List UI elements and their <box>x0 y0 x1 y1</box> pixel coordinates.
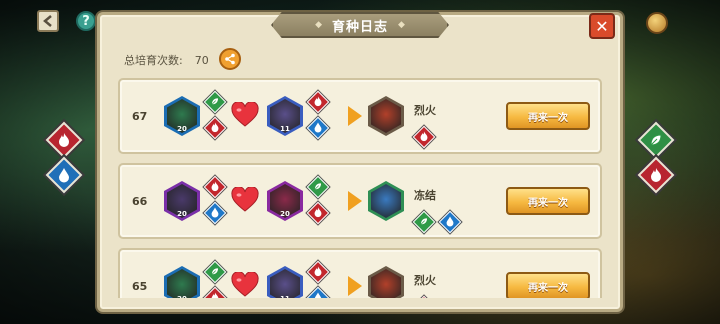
leaf-icon <box>420 217 428 226</box>
parent-dragon-1[interactable]: 20 <box>164 181 200 221</box>
water-element-gem <box>438 210 462 234</box>
breeding-log-list[interactable]: 672011烈火再来一次662020冻结再来一次652011烈火再来一次 <box>118 78 604 298</box>
water-element-gem <box>203 201 227 225</box>
leaf-icon <box>211 97 219 106</box>
page-title: 育种日志 <box>331 19 388 35</box>
fire-icon <box>211 181 219 192</box>
currency-icon[interactable] <box>646 12 668 34</box>
arrow-right-icon <box>348 276 362 296</box>
dragon-level: 20 <box>177 210 187 218</box>
parent-dragon-2[interactable]: 11 <box>267 96 303 136</box>
breeding-log-row: 66 20 20 冻结 再来一次 <box>118 163 602 239</box>
result-name: 冻结 <box>414 189 436 202</box>
share-button[interactable] <box>219 48 241 70</box>
dragon-portrait <box>371 184 401 218</box>
parent-dragon-1[interactable]: 20 <box>164 96 200 136</box>
close-button[interactable]: ✕ <box>589 13 615 39</box>
dragon-level: 20 <box>280 210 290 218</box>
fire-icon <box>211 122 219 133</box>
water-icon <box>59 168 69 183</box>
fire-element-gem <box>412 295 436 298</box>
dragon-portrait <box>371 269 401 298</box>
fire-element-gem <box>306 90 330 114</box>
row-number: 67 <box>132 110 148 123</box>
total-label: 总培育次数: <box>124 54 183 67</box>
dragon-level: 11 <box>280 125 290 133</box>
heart-icon <box>231 187 259 212</box>
water-element-gem <box>306 286 330 298</box>
fire-element-gem <box>203 286 227 298</box>
breed-again-button[interactable]: 再来一次 <box>506 272 590 298</box>
dragon-portrait <box>270 269 300 298</box>
ornament-icon: ◆ <box>398 20 405 30</box>
breed-again-button[interactable]: 再来一次 <box>506 102 590 130</box>
breed-again-button[interactable]: 再来一次 <box>506 187 590 215</box>
fire-icon <box>314 96 322 107</box>
fire-element-gem <box>203 175 227 199</box>
leaf-element-gem <box>203 90 227 114</box>
fire-element-gem <box>306 201 330 225</box>
chevron-left-icon <box>43 15 52 27</box>
row-number: 65 <box>132 280 148 293</box>
breeding-log-row: 67 20 11 烈火 再来一次 <box>118 78 602 154</box>
back-button[interactable] <box>37 10 59 32</box>
heart-icon <box>231 102 259 127</box>
water-icon <box>314 292 322 298</box>
leaf-icon <box>314 182 322 191</box>
leaf-element-gem <box>306 175 330 199</box>
water-icon <box>211 207 219 218</box>
fire-element-gem <box>203 116 227 140</box>
parent-dragon-2[interactable]: 11 <box>267 266 303 298</box>
leaf-element-gem <box>412 210 436 234</box>
row-number: 66 <box>132 195 148 208</box>
parent-dragon-1[interactable]: 20 <box>164 266 200 298</box>
leaf-icon <box>211 267 219 276</box>
arrow-right-icon <box>348 191 362 211</box>
heart-icon <box>231 272 259 297</box>
dragon-portrait <box>167 269 197 298</box>
parent-dragon-2[interactable]: 20 <box>267 181 303 221</box>
breeding-log-row: 65 20 11 烈火 再来一次 <box>118 248 602 298</box>
dragon-level: 20 <box>177 125 187 133</box>
ornament-icon: ◆ <box>315 20 322 30</box>
fire-icon <box>651 168 661 182</box>
fire-element-gem <box>412 125 436 149</box>
total-value: 70 <box>194 53 209 67</box>
fire-icon <box>59 133 69 147</box>
water-icon <box>314 122 322 133</box>
total-breed-count: 总培育次数: 70 <box>124 52 209 68</box>
fire-icon <box>211 292 219 298</box>
fire-icon <box>420 131 428 142</box>
leaf-icon <box>650 134 662 146</box>
help-button[interactable]: ? <box>76 11 96 31</box>
leaf-element-gem <box>203 260 227 284</box>
share-icon <box>225 53 235 65</box>
fire-icon <box>314 207 322 218</box>
arrow-right-icon <box>348 106 362 126</box>
dragon-level: 20 <box>164 295 200 298</box>
water-icon <box>446 216 454 227</box>
dragon-portrait <box>371 99 401 133</box>
fire-element-gem <box>306 260 330 284</box>
fire-icon <box>314 266 322 277</box>
result-dragon[interactable] <box>368 266 404 298</box>
result-dragon[interactable] <box>368 181 404 221</box>
result-name: 烈火 <box>414 104 436 117</box>
result-dragon[interactable] <box>368 96 404 136</box>
title-banner: ◆ 育种日志 ◆ <box>271 12 449 38</box>
dragon-level: 11 <box>267 295 303 298</box>
water-element-gem <box>306 116 330 140</box>
result-name: 烈火 <box>414 274 436 287</box>
